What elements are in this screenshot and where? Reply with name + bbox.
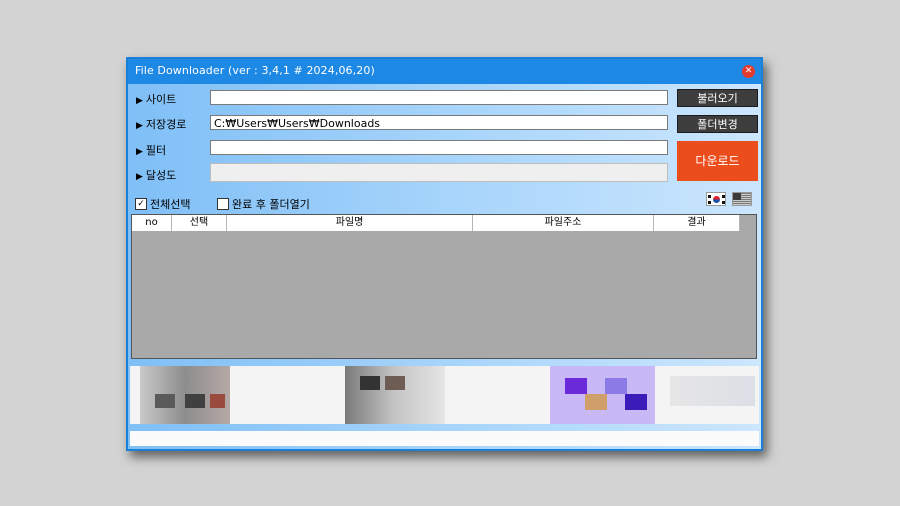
filter-label-text: 필터 [145,144,167,157]
pixelated-block [585,394,607,410]
save-path-label-text: 저장경로 [145,118,187,131]
filter-label: ▶ 필터 [136,142,166,158]
download-button[interactable]: 다운로드 [677,141,758,181]
column-header-filename[interactable]: 파일명 [227,215,473,231]
pixelated-block [345,366,445,424]
pixelated-block [385,376,405,390]
pixelated-block [185,394,205,408]
progress-label-text: 달성도 [145,169,177,182]
progress-bar [210,163,668,182]
select-all-checkbox[interactable]: ✓ 전체선택 [135,196,190,212]
column-header-no[interactable]: no [132,215,172,231]
site-label: ▶ 사이트 [136,91,176,107]
status-strip [130,431,759,446]
pixelated-block [210,394,225,408]
select-all-check-icon[interactable]: ✓ [135,198,147,210]
pixelated-block [155,394,175,408]
pixelated-block [360,376,380,390]
arrow-right-icon: ▶ [136,96,143,106]
pixelated-content-area [130,366,759,424]
pixelated-block [670,376,755,406]
change-folder-button[interactable]: 폴더변경 [677,115,758,133]
select-all-label: 전체선택 [150,198,191,211]
column-header-select[interactable]: 선택 [172,215,227,231]
load-button[interactable]: 불러오기 [677,89,758,107]
korea-flag-icon[interactable] [706,192,726,206]
arrow-right-icon: ▶ [136,121,143,131]
arrow-right-icon: ▶ [136,172,143,182]
pixelated-block [605,378,627,394]
column-header-fileurl[interactable]: 파일주소 [473,215,654,231]
open-folder-label: 완료 후 폴더열기 [232,198,310,211]
usa-flag-icon[interactable] [732,192,752,206]
file-downloader-window: File Downloader (ver : 3,4,1 # 2024,06,2… [126,57,763,451]
title-bar[interactable]: File Downloader (ver : 3,4,1 # 2024,06,2… [128,59,761,84]
open-folder-box[interactable] [217,198,229,210]
progress-label: ▶ 달성도 [136,167,176,183]
file-list-table[interactable]: no 선택 파일명 파일주소 결과 [131,214,757,359]
pixelated-block [625,394,647,410]
save-path-label: ▶ 저장경로 [136,116,186,132]
open-folder-checkbox[interactable]: 완료 후 폴더열기 [217,196,310,212]
window-title: File Downloader (ver : 3,4,1 # 2024,06,2… [135,64,375,77]
column-header-result[interactable]: 결과 [654,215,740,231]
site-label-text: 사이트 [145,93,177,106]
arrow-right-icon: ▶ [136,147,143,157]
pixelated-block [565,378,587,394]
table-header: no 선택 파일명 파일주소 결과 [132,215,740,231]
site-input[interactable] [210,90,668,105]
close-button[interactable]: ✕ [742,65,755,78]
filter-input[interactable] [210,140,668,155]
save-path-input[interactable]: C:₩Users₩Users₩Downloads [210,115,668,130]
